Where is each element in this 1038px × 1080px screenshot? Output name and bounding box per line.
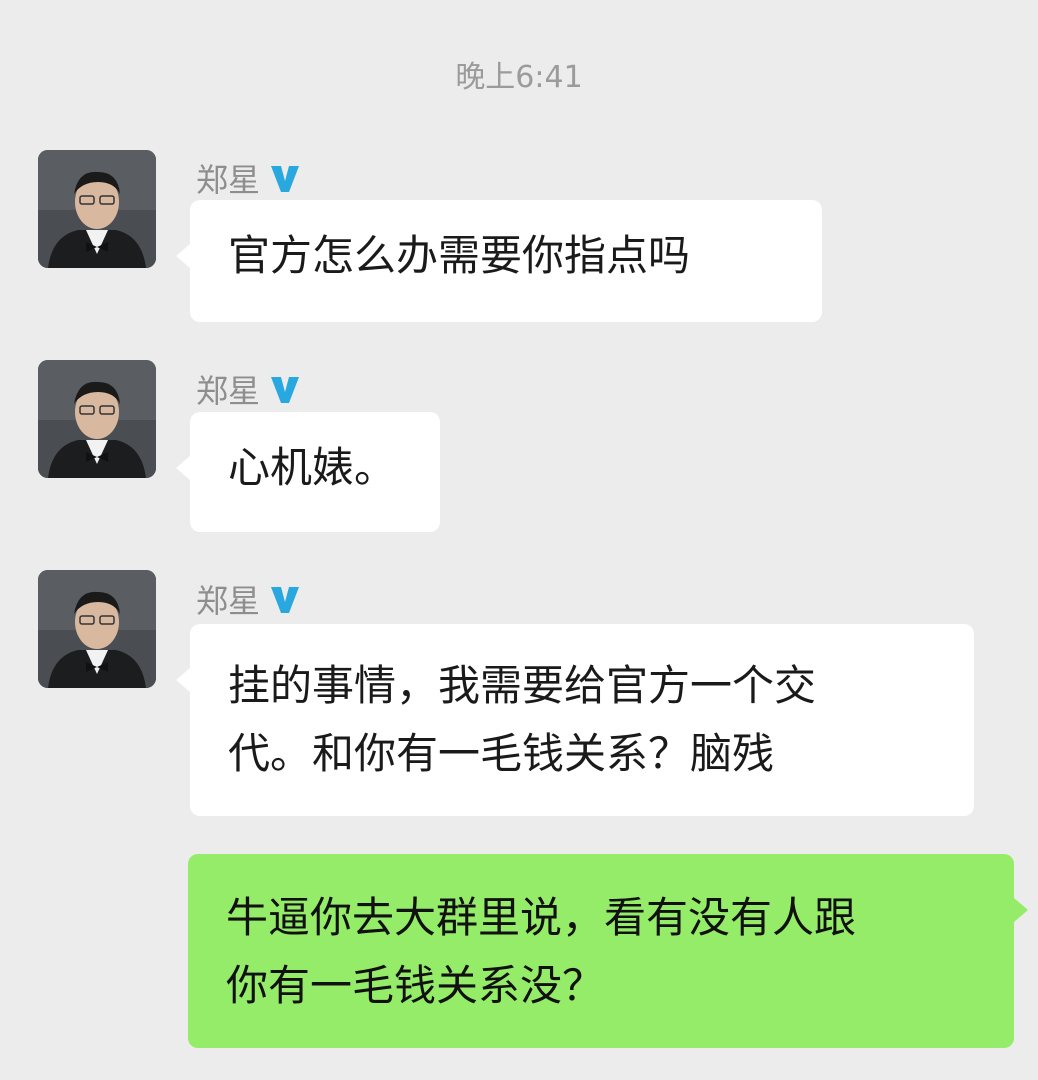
avatar-portrait-icon (38, 360, 156, 478)
message-text-line: 你有一毛钱关系没？ (226, 961, 605, 1010)
message-text-line: 牛逼你去大群里说，看有没有人跟 (226, 893, 857, 942)
message-bubble[interactable]: 挂的事情，我需要给官方一个交 代。和你有一毛钱关系？脑残 (176, 624, 974, 816)
verified-v-icon (271, 377, 300, 403)
chat-timestamp: 晚上6:41 (455, 60, 583, 95)
sender-name: 郑星 (196, 155, 302, 201)
sender-name: 郑星 (196, 366, 302, 412)
avatar-portrait-icon (38, 150, 156, 268)
sender-name-text: 郑星 (196, 372, 261, 410)
sender-name-text: 郑星 (196, 582, 261, 620)
message-bubble-outgoing[interactable]: 牛逼你去大群里说，看有没有人跟 你有一毛钱关系没？ (188, 854, 1028, 1048)
message-text: 心机婊。 (228, 443, 397, 492)
message-text: 官方怎么办需要你指点吗 (228, 231, 691, 280)
message-text-line: 代。和你有一毛钱关系？脑残 (228, 729, 775, 778)
avatar[interactable] (38, 150, 156, 268)
message-text-line: 挂的事情，我需要给官方一个交 (228, 661, 817, 710)
verified-v-icon (271, 166, 300, 192)
avatar[interactable] (38, 570, 156, 688)
verified-v-icon (271, 587, 300, 613)
avatar[interactable] (38, 360, 156, 478)
avatar-portrait-icon (38, 570, 156, 688)
message-bubble[interactable]: 官方怎么办需要你指点吗 (176, 200, 822, 322)
message-bubble[interactable]: 心机婊。 (176, 412, 440, 532)
sender-name-text: 郑星 (196, 161, 261, 199)
sender-name: 郑星 (196, 576, 302, 622)
